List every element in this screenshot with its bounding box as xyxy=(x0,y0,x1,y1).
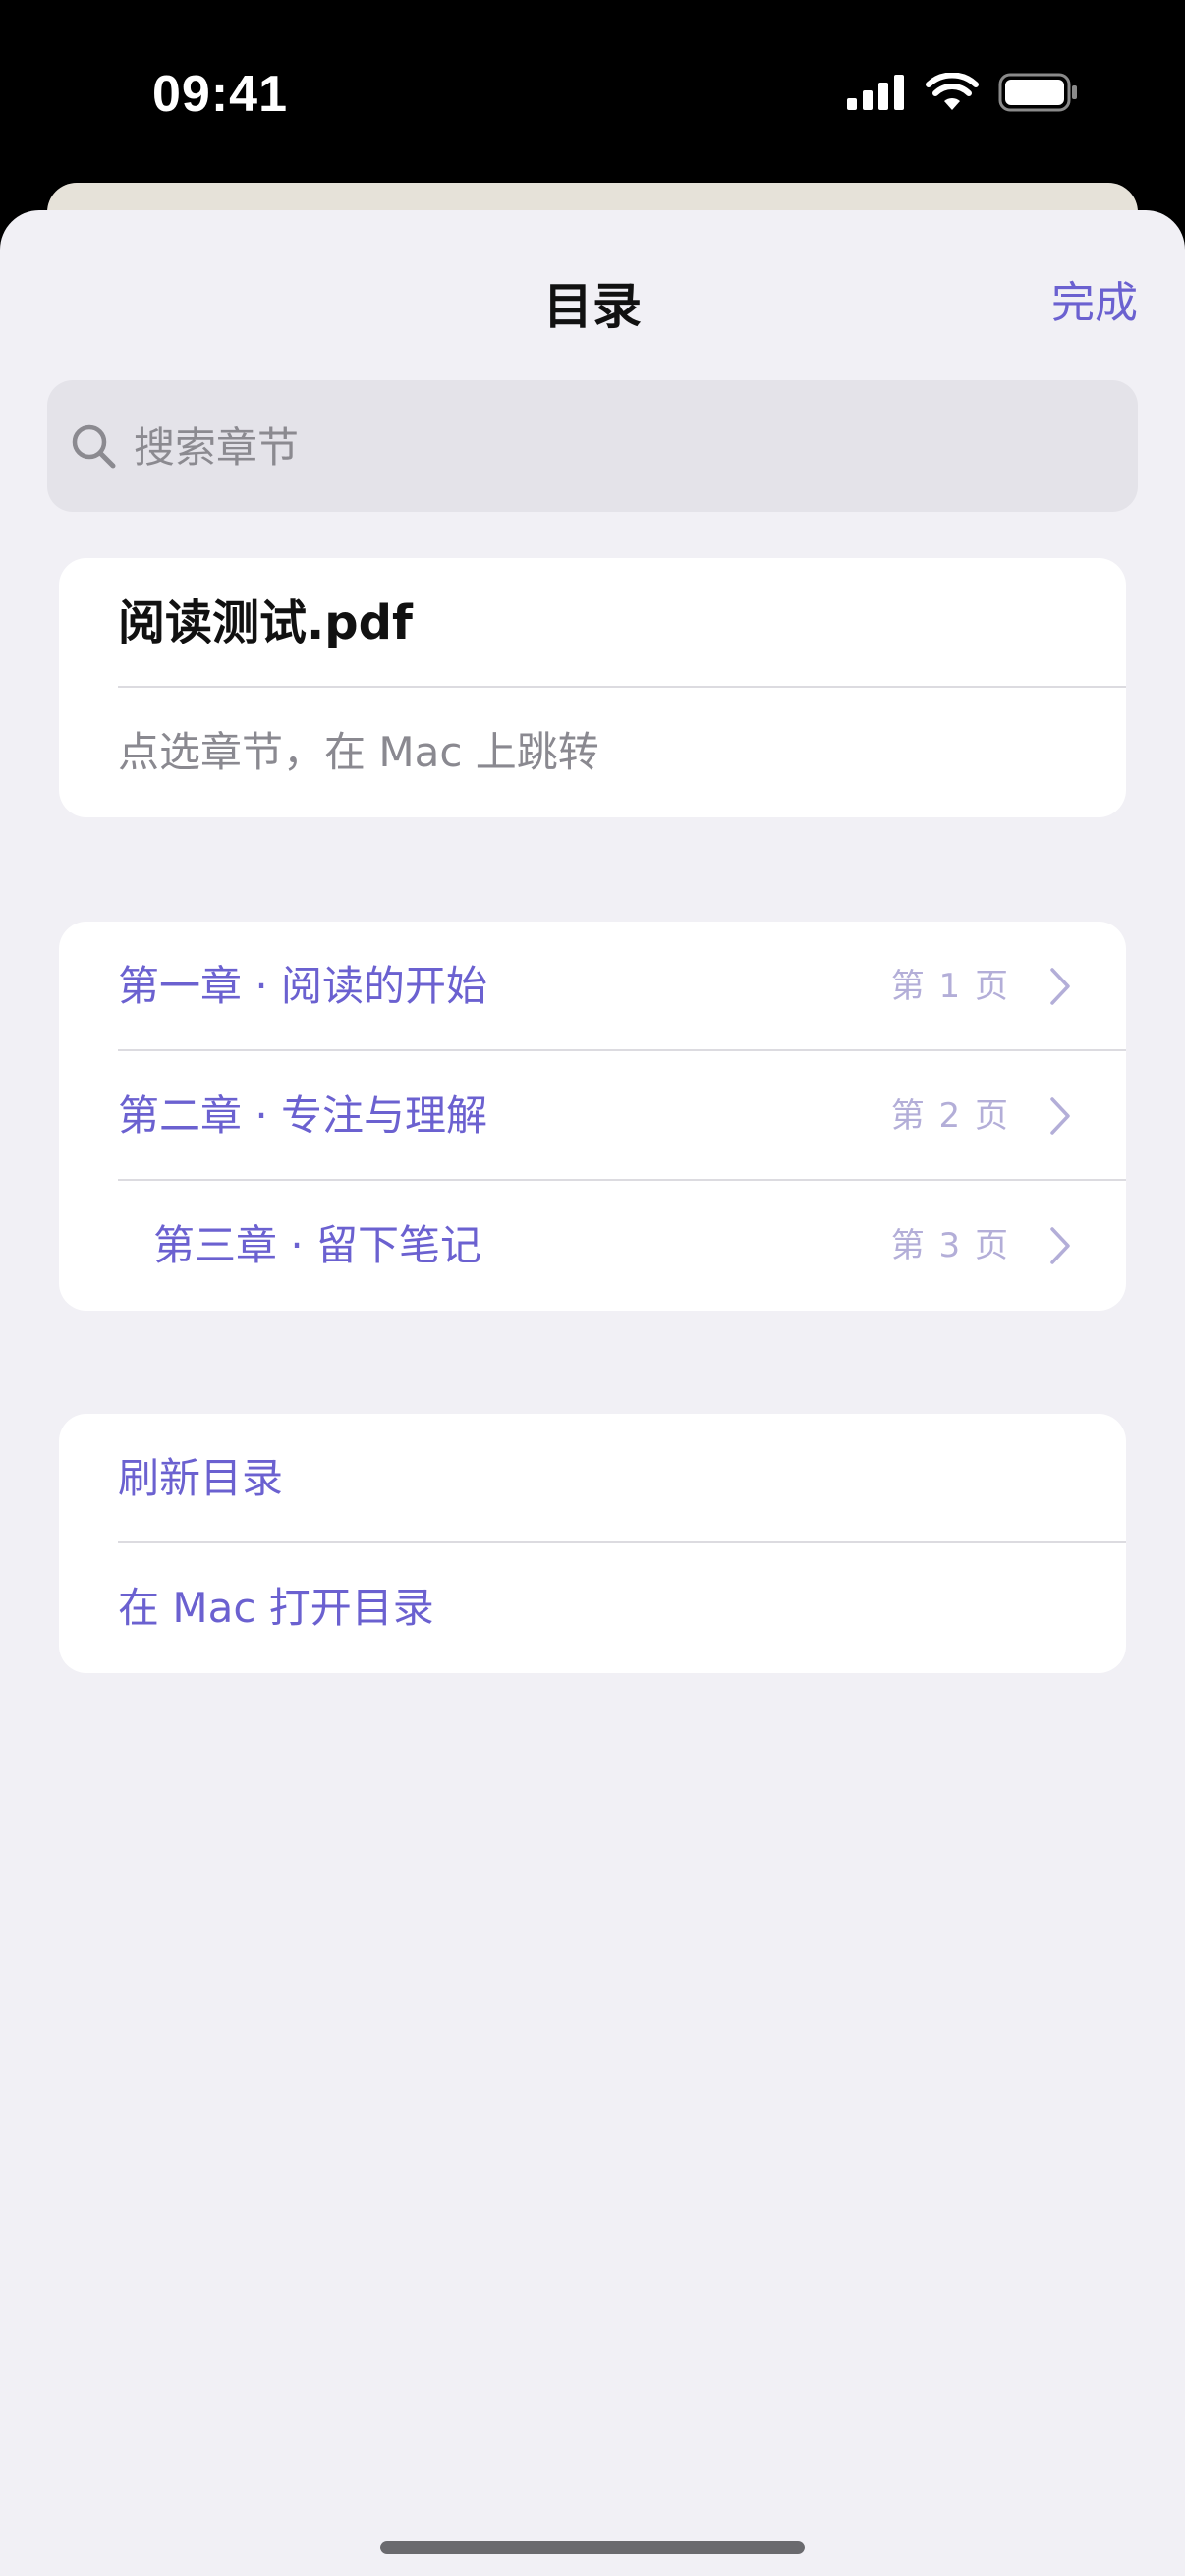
search-icon xyxy=(72,424,116,469)
wifi-icon xyxy=(926,73,979,110)
document-hint-row: 点选章节，在 Mac 上跳转 xyxy=(59,688,1126,817)
chapter-row[interactable]: 第三章 · 留下笔记 第 3 页 xyxy=(59,1181,1126,1311)
chevron-right-icon xyxy=(1050,1227,1070,1264)
chapter-page: 第 2 页 xyxy=(890,1096,1010,1136)
document-title: 阅读测试.pdf xyxy=(118,595,413,650)
done-button[interactable]: 完成 xyxy=(1051,267,1138,330)
document-title-row: 阅读测试.pdf xyxy=(59,558,1126,688)
chapter-page: 第 3 页 xyxy=(890,1226,1010,1265)
chapter-title: 第二章 · 专注与理解 xyxy=(118,1092,488,1140)
chapter-page: 第 1 页 xyxy=(890,967,1010,1006)
status-bar: 09:41 xyxy=(0,0,1185,196)
chevron-right-icon xyxy=(1050,968,1070,1005)
chapter-title: 第一章 · 阅读的开始 xyxy=(118,962,488,1010)
open-toc-on-mac-button[interactable]: 在 Mac 打开目录 xyxy=(59,1543,1126,1673)
signal-icon xyxy=(847,75,904,110)
chapter-row[interactable]: 第二章 · 专注与理解 第 2 页 xyxy=(59,1051,1126,1181)
home-indicator[interactable] xyxy=(380,2541,805,2554)
chapter-list: 第一章 · 阅读的开始 第 1 页 第二章 · 专注与理解 第 2 页 第三章 … xyxy=(59,922,1126,1311)
refresh-toc-button[interactable]: 刷新目录 xyxy=(59,1414,1126,1543)
search-input[interactable] xyxy=(132,380,1118,514)
document-card: 阅读测试.pdf 点选章节，在 Mac 上跳转 xyxy=(59,558,1126,817)
status-time: 09:41 xyxy=(152,66,288,123)
refresh-toc-label: 刷新目录 xyxy=(118,1454,284,1502)
chapter-row[interactable]: 第一章 · 阅读的开始 第 1 页 xyxy=(59,922,1126,1051)
chapter-title: 第三章 · 留下笔记 xyxy=(153,1221,482,1269)
actions-card: 刷新目录 在 Mac 打开目录 xyxy=(59,1414,1126,1673)
search-bar[interactable] xyxy=(47,380,1138,514)
open-toc-on-mac-label: 在 Mac 打开目录 xyxy=(118,1584,434,1632)
toc-sheet: 目录 完成 阅读测试.pdf 点选章节，在 Mac 上跳转 第一章 · 阅读的开… xyxy=(0,210,1185,2576)
battery-icon xyxy=(998,73,1077,112)
status-icons xyxy=(847,73,1079,112)
document-hint: 点选章节，在 Mac 上跳转 xyxy=(118,728,599,776)
page-title: 目录 xyxy=(543,278,642,335)
chevron-right-icon xyxy=(1050,1097,1070,1135)
